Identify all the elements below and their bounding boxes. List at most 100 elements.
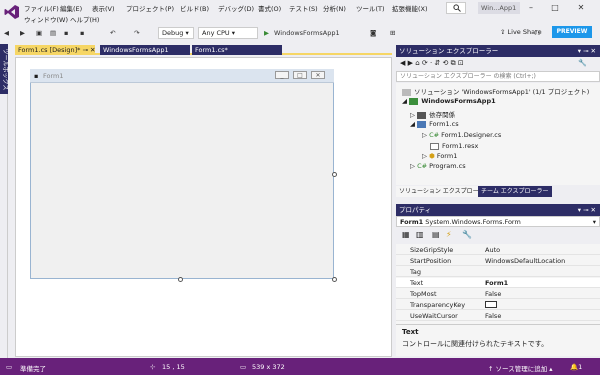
tree-item-form1-class[interactable]: ▷ ⬢ Form1 xyxy=(422,152,457,160)
search-box[interactable] xyxy=(446,2,466,14)
tree-item-form1-designer[interactable]: ▷ C# Form1.Designer.cs xyxy=(422,131,501,139)
form-title: Form1 xyxy=(43,72,64,80)
resize-handle-corner[interactable] xyxy=(332,277,337,282)
property-name: Tag xyxy=(410,268,422,276)
layout-icon[interactable]: ⊞ xyxy=(390,28,395,39)
chevron-down-icon: ▾ xyxy=(592,218,596,226)
property-value[interactable]: Auto xyxy=(485,245,500,255)
save-all-icon[interactable]: ▪ xyxy=(80,28,84,39)
forward-icon[interactable]: ▶ xyxy=(20,28,25,39)
menu-analyze[interactable]: 分析(N) xyxy=(323,3,346,13)
panel-options-icon[interactable]: ▾ ⊸ ✕ xyxy=(578,204,596,216)
se-nav-icons[interactable]: ◀ ▶ ⌂ ⟳ · ⇵ ⟲ ⧉ ⊡ xyxy=(400,59,464,68)
tab-form1-cs[interactable]: Form1.cs* xyxy=(192,45,282,55)
resize-handle-bottom[interactable] xyxy=(178,277,183,282)
tree-item-label: ソリューション 'WindowsFormsApp1' (1/1 プロジェクト) xyxy=(414,88,590,96)
tree-item-label: Form1.resx xyxy=(442,142,479,150)
start-button[interactable]: WindowsFormsApp1 xyxy=(274,28,340,39)
property-name: UseWaitCursor xyxy=(410,312,458,320)
close-button[interactable]: ✕ xyxy=(574,2,588,14)
resx-file-icon xyxy=(430,142,439,150)
tree-item-label: Program.cs xyxy=(429,162,466,170)
color-swatch[interactable] xyxy=(485,301,497,308)
status-ready: 準備完了 xyxy=(20,365,46,373)
menu-window[interactable]: ウィンドウ(W) xyxy=(24,14,68,24)
property-row[interactable]: UseWaitCursor False xyxy=(396,311,600,321)
notifications-button[interactable]: 🔔1 xyxy=(570,363,582,371)
alphabetical-icon[interactable]: ▥ xyxy=(416,230,424,239)
undo-icon[interactable]: ↶ xyxy=(110,28,115,39)
property-row[interactable]: Tag xyxy=(396,267,600,277)
status-position: 15 , 15 xyxy=(162,363,185,371)
tab-close-icon[interactable]: ✕ xyxy=(90,46,95,54)
start-icon[interactable]: ▶ xyxy=(264,28,269,39)
maximize-button[interactable]: □ xyxy=(548,2,562,14)
categorized-icon[interactable]: ▦ xyxy=(402,230,410,239)
events-icon[interactable]: ⚡ xyxy=(446,230,452,239)
form-file-icon xyxy=(417,120,427,128)
platform-dropdown[interactable]: Any CPU ▾ xyxy=(198,27,258,39)
tree-item-form1-resx[interactable]: Form1.resx xyxy=(430,142,478,150)
status-size: 539 x 372 xyxy=(252,363,285,371)
properties-header: プロパティ ▾ ⊸ ✕ xyxy=(396,204,600,216)
menu-view[interactable]: 表示(V) xyxy=(92,3,115,13)
property-value[interactable]: False xyxy=(485,311,501,321)
panel-options-icon[interactable]: ▾ ⊸ ✕ xyxy=(578,45,596,57)
solution-explorer-header: ソリューション エクスプローラー ▾ ⊸ ✕ xyxy=(396,45,600,57)
minimize-button[interactable]: – xyxy=(524,2,538,14)
property-value[interactable]: Form1 xyxy=(485,278,508,288)
form-window[interactable] xyxy=(30,69,334,279)
properties-icon[interactable]: ▤ xyxy=(432,230,440,239)
property-row[interactable]: TransparencyKey xyxy=(396,300,600,310)
form-close-icon: ✕ xyxy=(311,71,325,79)
csharp-file-icon: C# xyxy=(417,162,430,170)
property-description: Text コントロールに関連付けられたテキストです。 xyxy=(396,324,600,356)
menu-format[interactable]: 書式(O) xyxy=(258,3,281,13)
tab-team-explorer[interactable]: チーム エクスプローラー xyxy=(478,186,552,197)
property-value[interactable]: WindowsDefaultLocation xyxy=(485,256,565,266)
menu-edit[interactable]: 編集(E) xyxy=(60,3,82,13)
tree-item-dependencies[interactable]: ▷ 依存関係 xyxy=(410,109,455,119)
preview-button[interactable]: PREVIEW xyxy=(552,26,592,38)
live-share-icon: ⇪ xyxy=(500,28,508,36)
solution-explorer-search-input[interactable]: ソリューション エクスプローラー の検索 (Ctrl+;) xyxy=(396,71,600,82)
redo-icon[interactable]: ↷ xyxy=(134,28,139,39)
menu-project[interactable]: プロジェクト(P) xyxy=(126,3,174,13)
property-name: StartPosition xyxy=(410,257,452,265)
window-title: Win...App1 xyxy=(478,2,520,14)
property-name: TopMost xyxy=(410,290,437,298)
pin-icon[interactable]: ⊸ xyxy=(82,46,87,54)
tree-item-solution[interactable]: ソリューション 'WindowsFormsApp1' (1/1 プロジェクト) xyxy=(402,86,589,96)
menu-build[interactable]: ビルド(B) xyxy=(180,3,209,13)
new-project-icon[interactable]: ▣ xyxy=(36,28,42,39)
property-row[interactable]: TopMost False xyxy=(396,289,600,299)
menu-debug[interactable]: デバッグ(D) xyxy=(218,3,254,13)
config-dropdown[interactable]: Debug ▾ xyxy=(158,27,194,39)
save-icon[interactable]: ▪ xyxy=(64,28,68,39)
camera-icon[interactable]: ◙ xyxy=(370,28,376,39)
property-row[interactable]: SizeGripStyle Auto xyxy=(396,245,600,255)
menu-test[interactable]: テスト(S) xyxy=(289,3,318,13)
property-row-selected[interactable]: Text Form1 xyxy=(396,278,600,288)
property-row[interactable]: StartPosition WindowsDefaultLocation xyxy=(396,256,600,266)
source-control-button[interactable]: ↑ ソース管理に追加 ▴ xyxy=(488,363,553,373)
menu-help[interactable]: ヘルプ(H) xyxy=(70,14,99,24)
property-name: Text xyxy=(410,279,424,287)
open-icon[interactable]: ▤ xyxy=(50,28,56,39)
feedback-icon[interactable]: ⛶ xyxy=(535,28,540,39)
back-icon[interactable]: ◀ xyxy=(4,28,9,39)
tree-item-project[interactable]: ◢ WindowsFormsApp1 xyxy=(402,97,496,105)
tree-item-program-cs[interactable]: ▷ C# Program.cs xyxy=(410,162,466,170)
tree-item-form1-cs[interactable]: ◢ Form1.cs xyxy=(410,120,459,128)
menu-file[interactable]: ファイル(F) xyxy=(24,3,59,13)
menu-tools[interactable]: ツール(T) xyxy=(356,3,385,13)
resize-handle-right[interactable] xyxy=(332,172,337,177)
property-pages-icon[interactable]: 🔧 xyxy=(462,230,472,239)
menu-extensions[interactable]: 拡張機能(X) xyxy=(392,3,428,13)
tab-windowsformsapp1[interactable]: WindowsFormsApp1 xyxy=(100,45,190,55)
platform-value: Any CPU xyxy=(202,29,230,37)
property-value[interactable]: False xyxy=(485,289,501,299)
wrench-icon[interactable]: 🔧 xyxy=(578,59,587,67)
properties-object-selector[interactable]: Form1 System.Windows.Forms.Form ▾ xyxy=(396,216,600,227)
tab-form1-design[interactable]: Form1.cs [Design]* ⊸ ✕ xyxy=(15,45,95,55)
